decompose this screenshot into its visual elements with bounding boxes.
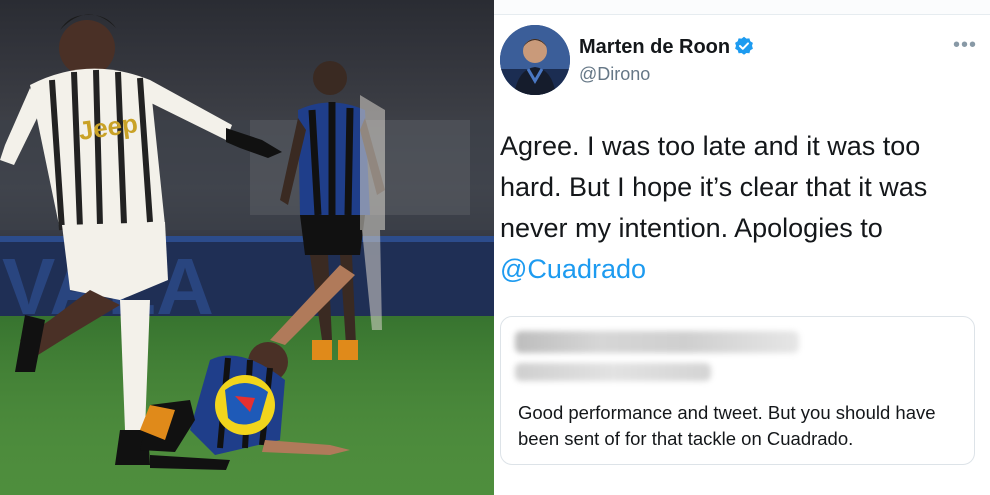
- tweet-text: Agree. I was too late and it was too har…: [500, 131, 928, 243]
- status-strip: [494, 0, 990, 15]
- composite-image: VALA: [0, 0, 990, 495]
- match-scene: VALA: [0, 14, 494, 495]
- author-name-row[interactable]: Marten de Roon: [579, 36, 754, 59]
- avatar-image: [500, 25, 570, 95]
- tweet-body: Agree. I was too late and it was too har…: [500, 126, 970, 290]
- redacted-replying-to: [515, 363, 711, 381]
- redacted-author: [515, 331, 799, 353]
- verified-badge-icon: [735, 37, 754, 56]
- mention-link[interactable]: @Cuadrado: [500, 254, 646, 284]
- author-name[interactable]: Marten de Roon: [579, 36, 730, 58]
- avatar[interactable]: [500, 25, 570, 95]
- author-handle[interactable]: @Dirono: [579, 64, 650, 85]
- tweet-card: Marten de Roon @Dirono ••• Agree. I was …: [494, 0, 990, 495]
- match-photo: VALA: [0, 0, 494, 495]
- more-options-icon[interactable]: •••: [953, 34, 977, 57]
- quoted-tweet[interactable]: Good performance and tweet. But you shou…: [500, 316, 975, 465]
- quoted-tweet-text: Good performance and tweet. But you shou…: [518, 402, 936, 449]
- match-ball: [215, 375, 275, 435]
